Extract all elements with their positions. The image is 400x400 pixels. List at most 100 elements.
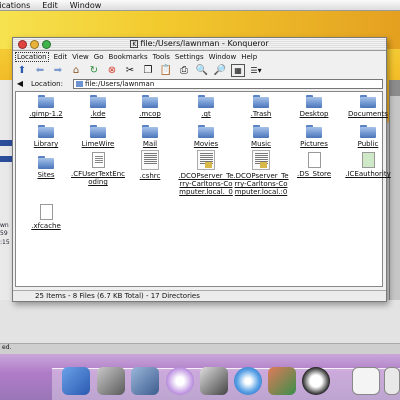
item-label: .kde (90, 110, 106, 118)
cut-icon[interactable]: ✂ (123, 64, 137, 77)
folder-item[interactable]: Library (18, 125, 74, 148)
menu-help[interactable]: Help (241, 53, 257, 61)
folder-item[interactable]: LimeWire (70, 125, 126, 148)
item-label: LimeWire (81, 140, 115, 148)
menubar-item-edit[interactable]: Edit (42, 1, 58, 10)
item-label: Mail (142, 140, 158, 148)
folder-item[interactable]: Sites (18, 156, 74, 179)
document-icon (39, 204, 53, 220)
background-status-bar: ed. (0, 343, 400, 354)
view-mode-dropdown-icon[interactable]: ☰▾ (249, 64, 263, 77)
folder-icon (76, 81, 83, 87)
konqueror-window: Kfile:/Users/lawnman - Konqueror Locatio… (12, 37, 391, 302)
folder-item[interactable]: Mail (122, 125, 178, 148)
minimized-window-icon[interactable] (384, 367, 400, 395)
background-window-right[interactable] (389, 80, 400, 335)
menu-view[interactable]: View (72, 53, 89, 61)
item-label: Public (357, 140, 379, 148)
toolbar: ⬆ ⬅ ➡ ⌂ ↻ ⊗ ✂ ❐ 📋 ⎙ 🔍 🔎 ▦ ☰▾ (15, 62, 267, 78)
print-icon[interactable]: ⎙ (177, 64, 191, 77)
folder-item[interactable]: Public (340, 125, 396, 148)
location-input[interactable]: file:/Users/lawnman (73, 79, 383, 89)
konqueror-icon: K (130, 39, 139, 48)
reload-icon[interactable]: ↻ (87, 64, 101, 77)
folder-icon (38, 156, 54, 169)
safari-icon[interactable] (234, 367, 262, 395)
menu-go[interactable]: Go (94, 53, 104, 61)
x11-icon[interactable] (302, 367, 330, 395)
file-item[interactable]: .xfcache (18, 204, 74, 230)
menu-location[interactable]: Location (15, 51, 49, 62)
iphoto-icon[interactable] (97, 367, 125, 395)
paste-icon[interactable]: 📋 (159, 64, 173, 77)
folder-item[interactable]: Desktop (286, 95, 342, 118)
item-label: .DS_Store (296, 170, 332, 178)
folder-icon (198, 95, 214, 108)
folder-item[interactable]: Pictures (286, 125, 342, 148)
status-bar: 25 Items - 8 Files (6.7 KB Total) - 17 D… (13, 290, 386, 301)
forward-arrow-icon[interactable]: ➡ (51, 64, 65, 77)
zoom-out-icon[interactable]: 🔎 (213, 64, 227, 77)
file-item[interactable]: .DCOPserver_Terry-Carltons-Computer.loca… (178, 150, 234, 196)
folder-item[interactable]: Movies (178, 125, 234, 148)
imovie-icon[interactable] (131, 367, 159, 395)
app-menu-bar: Location Edit View Go Bookmarks Tools Se… (15, 51, 262, 62)
folder-icon (306, 95, 322, 108)
folder-item[interactable]: .kde (70, 95, 126, 118)
folder-item[interactable]: .gimp-1.2 (18, 95, 74, 118)
file-item[interactable]: .CFUserTextEncoding (70, 152, 126, 186)
folder-icon (253, 125, 269, 138)
menu-tools[interactable]: Tools (153, 53, 170, 61)
sherlock-icon[interactable] (200, 367, 228, 395)
window-text: 59 (0, 230, 8, 237)
stop-icon[interactable]: ⊗ (105, 64, 119, 77)
itunes-icon[interactable] (166, 367, 194, 395)
folder-item[interactable]: Music (233, 125, 289, 148)
status-text: 25 Items - 8 Files (6.7 KB Total) - 17 D… (35, 292, 200, 300)
title-bar[interactable]: Kfile:/Users/lawnman - Konqueror (13, 38, 386, 51)
menubar-item-applications[interactable]: lications (0, 1, 30, 10)
document-icon (307, 152, 321, 168)
file-item[interactable]: .DS_Store (286, 152, 342, 178)
back-arrow-icon[interactable]: ⬅ (33, 64, 47, 77)
ice-document-icon (361, 152, 375, 168)
finder-icon[interactable] (62, 367, 90, 395)
item-label: .qt (201, 110, 211, 118)
folder-icon (142, 95, 158, 108)
folder-item[interactable]: Documents (340, 95, 396, 118)
item-label: .DCOPserver_Terry-Carltons-Computer.loca… (178, 172, 234, 196)
item-label: .gimp-1.2 (29, 110, 63, 118)
folder-item[interactable]: .mcop (122, 95, 178, 118)
up-arrow-icon[interactable]: ⬆ (15, 64, 29, 77)
menu-settings[interactable]: Settings (175, 53, 204, 61)
file-item[interactable]: .cshrc (122, 150, 178, 180)
clear-location-icon[interactable]: ◀ (15, 79, 25, 89)
folder-icon (38, 95, 54, 108)
item-label: Documents (348, 110, 388, 118)
folder-icon (360, 125, 376, 138)
ichat-icon[interactable] (268, 367, 296, 395)
menubar-item-window[interactable]: Window (70, 1, 102, 10)
item-label: Music (251, 140, 271, 148)
folder-icon (198, 125, 214, 138)
menu-bookmarks[interactable]: Bookmarks (109, 53, 148, 61)
dock (0, 354, 400, 400)
folder-item[interactable]: .Trash (233, 95, 289, 118)
item-label: .mcop (139, 110, 161, 118)
icon-view-icon[interactable]: ▦ (231, 63, 245, 77)
menu-edit[interactable]: Edit (54, 53, 68, 61)
copy-icon[interactable]: ❐ (141, 64, 155, 77)
menu-window[interactable]: Window (209, 53, 237, 61)
zoom-in-icon[interactable]: 🔍 (195, 64, 209, 77)
item-label: .DCOPserver_Terry-Carltons-Computer.loca… (233, 172, 289, 196)
folder-icon (253, 95, 269, 108)
window-text: wn (0, 222, 9, 229)
minimized-window-icon[interactable] (352, 367, 380, 395)
file-item[interactable]: .DCOPserver_Terry-Carltons-Computer.loca… (233, 150, 289, 196)
file-item[interactable]: .ICEauthority (340, 152, 396, 178)
file-icon-view[interactable]: .gimp-1.2 .kde .mcop .qt .Trash Desktop … (15, 91, 391, 287)
location-bar: ◀ Location: file:/Users/lawnman (15, 78, 384, 90)
folder-item[interactable]: .qt (178, 95, 234, 118)
item-label: .cshrc (139, 172, 161, 180)
home-icon[interactable]: ⌂ (69, 64, 83, 77)
